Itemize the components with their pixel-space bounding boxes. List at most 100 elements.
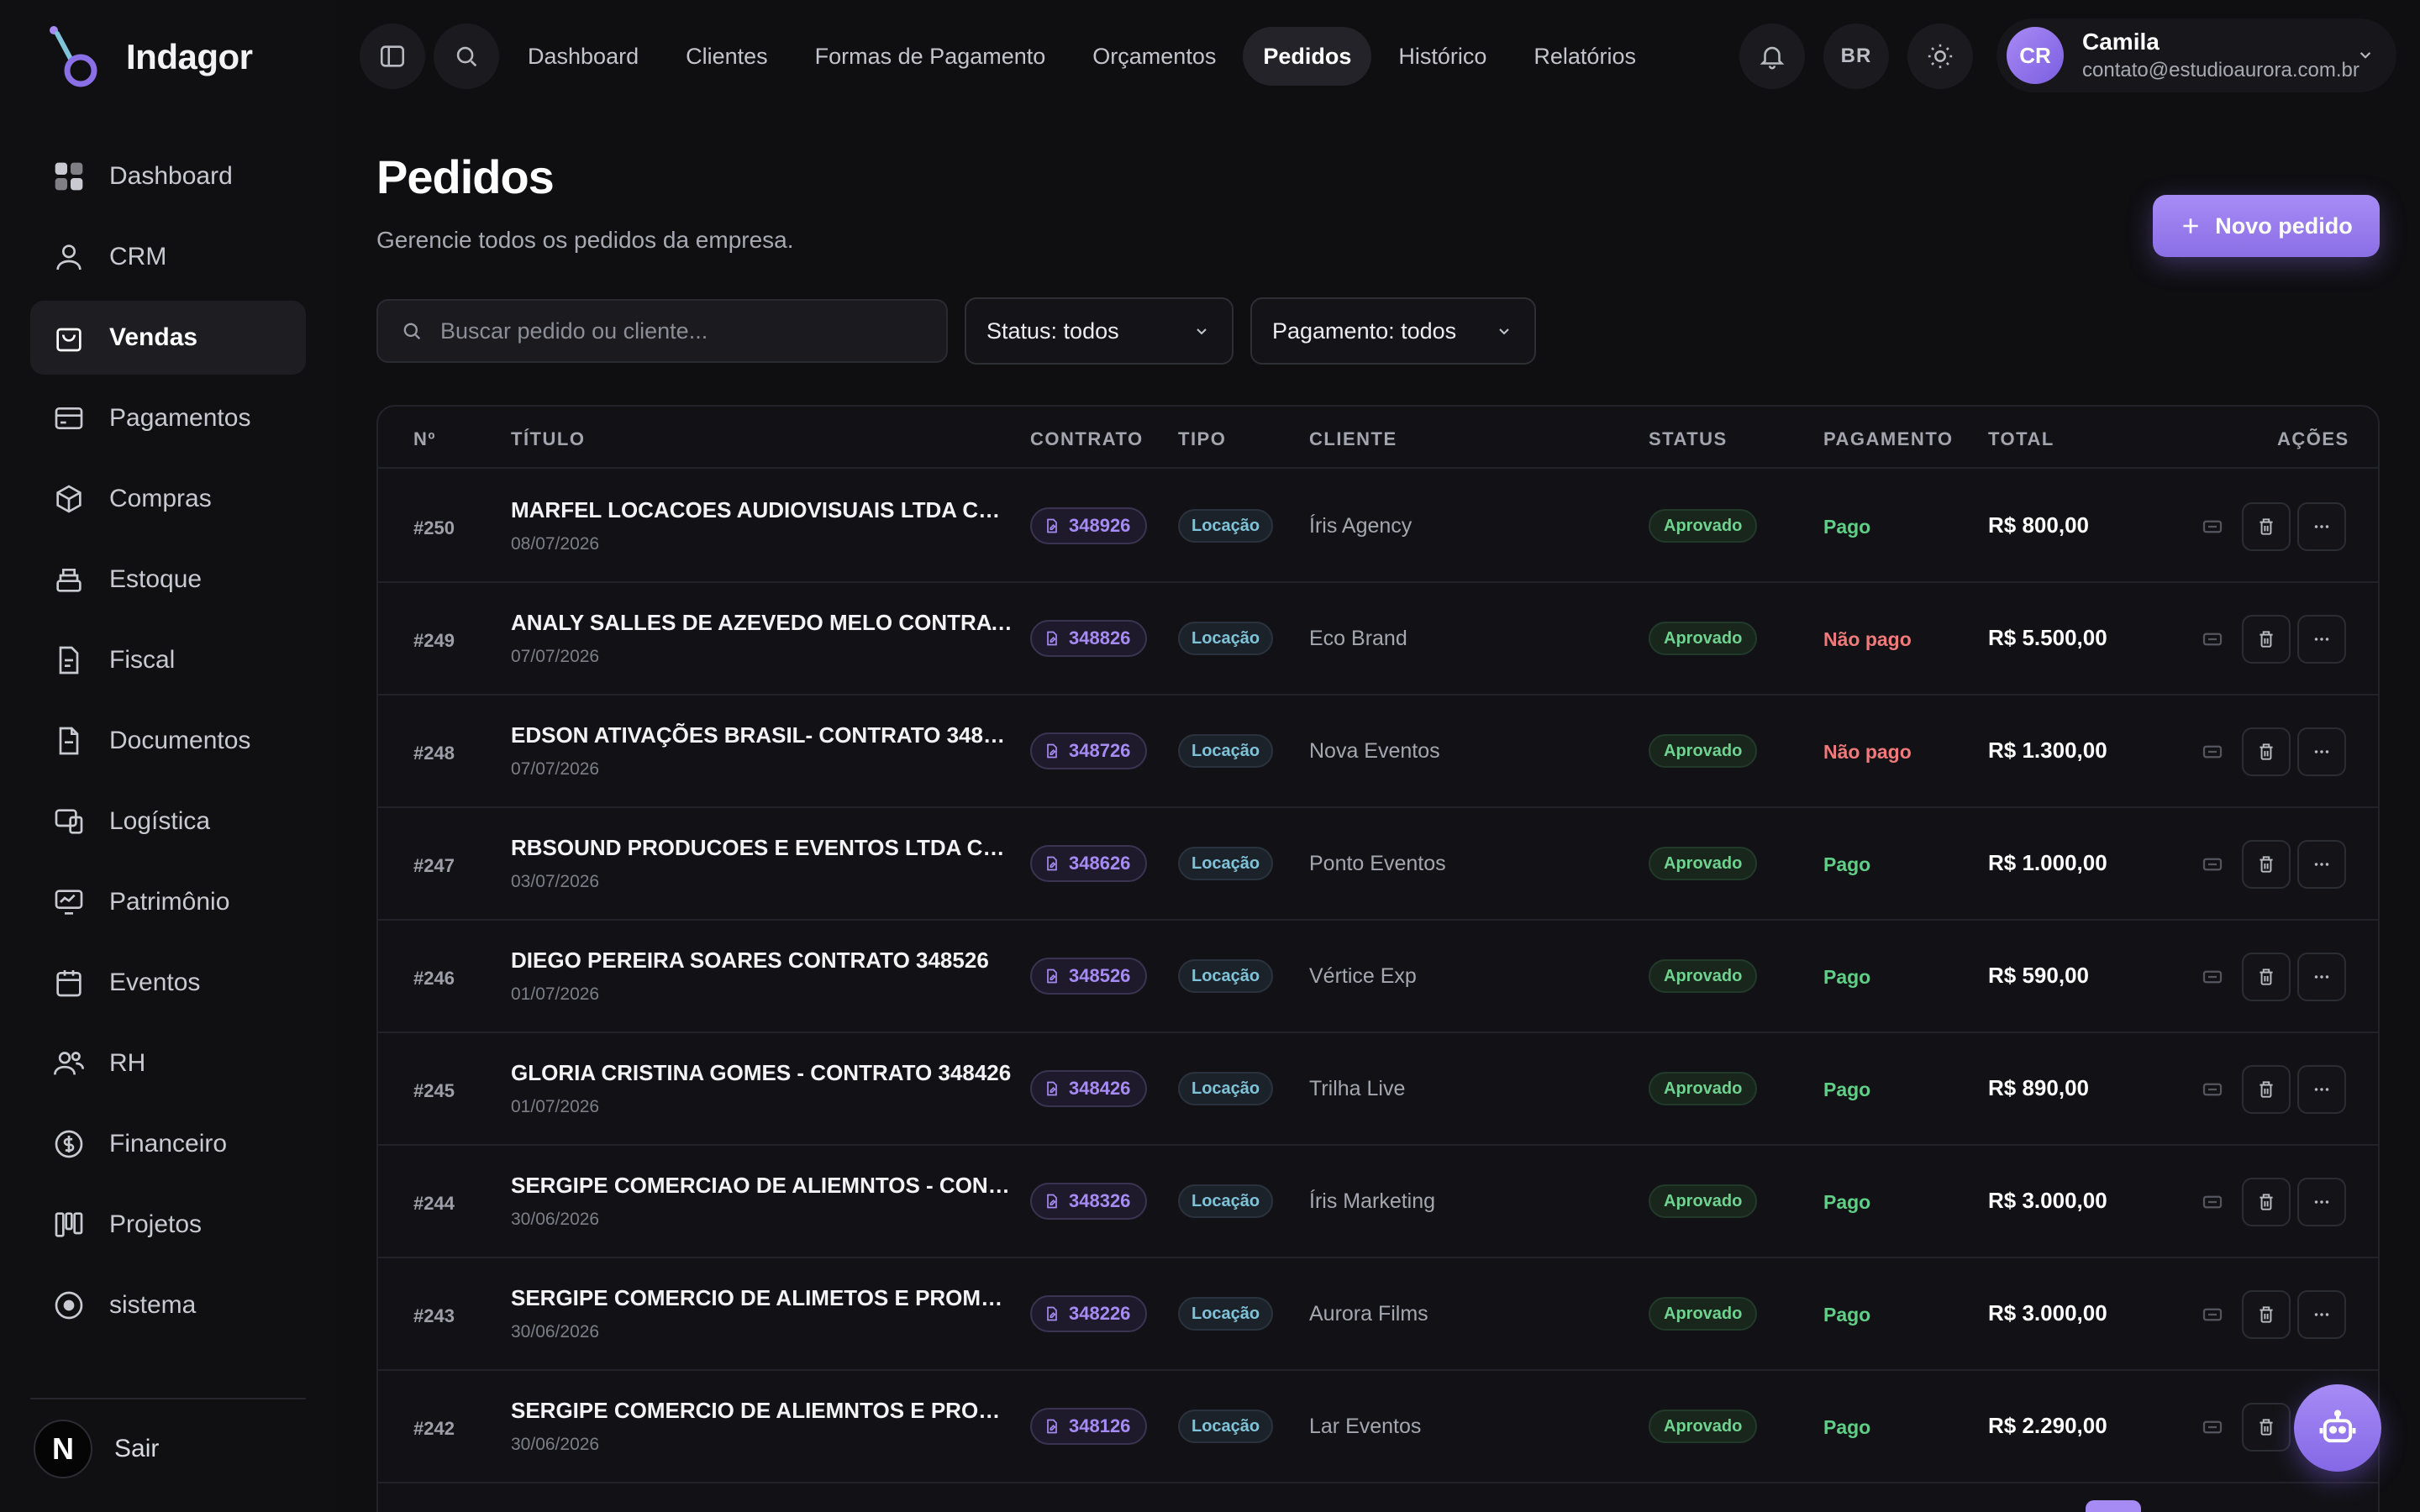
tab-historico[interactable]: Histórico (1378, 27, 1507, 86)
notifications-button[interactable] (1739, 24, 1805, 89)
calendar-icon (56, 970, 82, 997)
table-row[interactable]: #244 SERGIPE COMERCIAO DE ALIEMNTOS - CON… (378, 1146, 2378, 1258)
table-row[interactable]: #243 SERGIPE COMERCIO DE ALIMETOS E PROMO… (378, 1258, 2378, 1371)
order-number: #247 (413, 855, 455, 876)
more-actions-button[interactable] (2297, 727, 2346, 776)
box-icon (56, 485, 82, 513)
card-view-icon[interactable] (2200, 1189, 2225, 1215)
order-title[interactable]: ANALY SALLES DE AZEVEDO MELO CONTRATO 34… (511, 610, 1015, 636)
sidebar-item-projetos[interactable]: Projetos (30, 1188, 306, 1262)
more-actions-button[interactable] (2297, 1178, 2346, 1226)
card-view-icon[interactable] (2200, 852, 2225, 877)
assistant-bot-button[interactable] (2294, 1384, 2381, 1472)
delete-button[interactable] (2242, 953, 2291, 1001)
sidebar-item-logistica[interactable]: Logística (30, 785, 306, 858)
order-title[interactable]: GLORIA CRISTINA GOMES - CONTRATO 348426 (511, 1060, 1015, 1086)
tab-formas-de-pagamento[interactable]: Formas de Pagamento (795, 27, 1066, 86)
sidebar-item-estoque[interactable]: Estoque (30, 543, 306, 617)
delete-button[interactable] (2242, 1290, 2291, 1339)
contract-badge[interactable]: 348926 (1030, 507, 1148, 544)
tab-dashboard[interactable]: Dashboard (508, 27, 659, 86)
more-actions-button[interactable] (2297, 615, 2346, 664)
sidebar-item-crm[interactable]: CRM (30, 220, 306, 294)
delete-button[interactable] (2242, 727, 2291, 776)
card-view-icon[interactable] (2200, 1415, 2225, 1440)
tab-orcamentos[interactable]: Orçamentos (1072, 27, 1236, 86)
global-search-button[interactable] (434, 24, 499, 89)
contract-badge[interactable]: 348526 (1030, 958, 1148, 995)
contract-number: 348426 (1069, 1078, 1131, 1099)
sidebar-item-fiscal[interactable]: Fiscal (30, 623, 306, 697)
delete-button[interactable] (2242, 1403, 2291, 1452)
pagination-current[interactable] (2086, 1500, 2141, 1512)
contract-doc-icon (1047, 631, 1057, 646)
card-view-icon[interactable] (2200, 1302, 2225, 1327)
delete-button[interactable] (2242, 502, 2291, 551)
more-actions-button[interactable] (2297, 840, 2346, 889)
order-title[interactable]: SERGIPE COMERCIO DE ALIMETOS E PROMOÇÕES… (511, 1285, 1015, 1311)
logout-button[interactable]: N Sair (34, 1420, 159, 1478)
sidebar-item-pagamentos[interactable]: Pagamentos (30, 381, 306, 455)
more-actions-button[interactable] (2297, 1065, 2346, 1114)
sun-icon (1928, 44, 1953, 69)
sidebar-item-dashboard[interactable]: Dashboard (30, 139, 306, 213)
toggle-sidebar-button[interactable] (360, 24, 425, 89)
sidebar-item-documentos[interactable]: Documentos (30, 704, 306, 778)
tab-clientes[interactable]: Clientes (666, 27, 788, 86)
user-menu[interactable]: CR Camila contato@estudioaurora.com.br (1996, 18, 2396, 92)
card-view-icon[interactable] (2200, 739, 2225, 764)
more-actions-button[interactable] (2297, 1290, 2346, 1339)
payment-status: Pago (1823, 966, 1871, 988)
order-search-input[interactable] (440, 318, 928, 344)
table-row[interactable]: #248 EDSON ATIVAÇÕES BRASIL- CONTRATO 348… (378, 696, 2378, 808)
theme-toggle-button[interactable] (1907, 24, 1973, 89)
sidebar-item-vendas[interactable]: Vendas (30, 301, 306, 375)
payment-filter[interactable]: Pagamento: todos (1250, 297, 1536, 365)
sidebar-item-compras[interactable]: Compras (30, 462, 306, 536)
contract-badge[interactable]: 348826 (1030, 620, 1148, 657)
card-view-icon[interactable] (2200, 964, 2225, 990)
order-total: R$ 1.300,00 (1988, 738, 2107, 763)
more-actions-button[interactable] (2297, 953, 2346, 1001)
more-dots-icon (2314, 638, 2329, 641)
sidebar-item-eventos[interactable]: Eventos (30, 946, 306, 1020)
order-title[interactable]: RBSOUND PRODUCOES E EVENTOS LTDA CONTRAT… (511, 835, 1015, 861)
new-order-button[interactable]: Novo pedido (2153, 195, 2380, 257)
order-title[interactable]: SERGIPE COMERCIO DE ALIEMNTOS E PROMOÇÕE… (511, 1398, 1015, 1424)
sidebar-item-sistema[interactable]: sistema (30, 1268, 306, 1342)
contract-badge[interactable]: 348626 (1030, 845, 1148, 882)
order-title[interactable]: DIEGO PEREIRA SOARES CONTRATO 348526 (511, 948, 1015, 974)
language-button[interactable]: BR (1823, 24, 1889, 89)
order-title[interactable]: EDSON ATIVAÇÕES BRASIL- CONTRATO 348726 (511, 722, 1015, 748)
contract-badge[interactable]: 348326 (1030, 1183, 1148, 1220)
delete-button[interactable] (2242, 1065, 2291, 1114)
delete-button[interactable] (2242, 840, 2291, 889)
table-row[interactable]: #247 RBSOUND PRODUCOES E EVENTOS LTDA CON… (378, 808, 2378, 921)
table-row[interactable]: #250 MARFEL LOCACOES AUDIOVISUAIS LTDA CO… (378, 470, 2378, 583)
table-row[interactable]: #249 ANALY SALLES DE AZEVEDO MELO CONTRAT… (378, 583, 2378, 696)
sidebar-item-rh[interactable]: RH (30, 1026, 306, 1100)
order-title[interactable]: MARFEL LOCACOES AUDIOVISUAIS LTDA CONTRA… (511, 497, 1015, 523)
card-view-icon[interactable] (2200, 1077, 2225, 1102)
credit-card-icon (55, 407, 83, 429)
table-row[interactable]: #246 DIEGO PEREIRA SOARES CONTRATO 348526… (378, 921, 2378, 1033)
card-view-icon[interactable] (2200, 627, 2225, 652)
sidebar-item-financeiro[interactable]: Financeiro (30, 1107, 306, 1181)
delete-button[interactable] (2242, 615, 2291, 664)
contract-badge[interactable]: 348226 (1030, 1295, 1148, 1332)
tab-relatorios[interactable]: Relatórios (1513, 27, 1656, 86)
table-row[interactable]: #245 GLORIA CRISTINA GOMES - CONTRATO 348… (378, 1033, 2378, 1146)
delete-button[interactable] (2242, 1178, 2291, 1226)
order-title[interactable]: SERGIPE COMERCIAO DE ALIEMNTOS - CONTRAT… (511, 1173, 1015, 1199)
status-filter[interactable]: Status: todos (965, 297, 1234, 365)
sidebar-item-patrimonio[interactable]: Patrimônio (30, 865, 306, 939)
tab-pedidos[interactable]: Pedidos (1243, 27, 1372, 86)
contract-doc-icon (1047, 518, 1057, 533)
contract-badge[interactable]: 348126 (1030, 1408, 1148, 1445)
contract-badge[interactable]: 348726 (1030, 732, 1148, 769)
more-actions-button[interactable] (2297, 502, 2346, 551)
contract-badge[interactable]: 348426 (1030, 1070, 1148, 1107)
card-view-icon[interactable] (2200, 514, 2225, 539)
table-row[interactable]: #242 SERGIPE COMERCIO DE ALIEMNTOS E PROM… (378, 1371, 2378, 1483)
app-logo[interactable]: Indagor (49, 25, 253, 89)
